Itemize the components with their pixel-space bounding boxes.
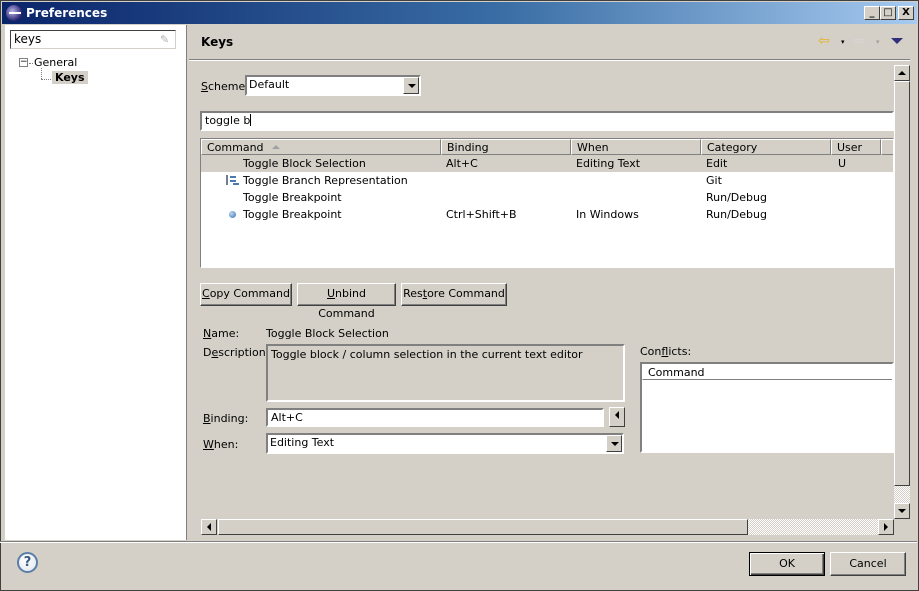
scroll-up-button[interactable] (894, 65, 910, 81)
table-row[interactable]: Toggle Branch Representation Git (201, 172, 893, 189)
ok-button[interactable]: OK (749, 552, 825, 576)
horizontal-scroll-thumb[interactable] (218, 519, 748, 535)
scheme-value: Default (249, 78, 290, 91)
window-title: Preferences (26, 6, 108, 20)
description-field: Toggle block / column selection in the c… (266, 344, 625, 402)
name-value: Toggle Block Selection (266, 327, 389, 340)
conflicts-table[interactable]: Command (640, 362, 894, 453)
cell-command: Toggle Breakpoint (243, 208, 342, 221)
preference-tree-pane (5, 25, 187, 540)
tree-item-keys[interactable]: Keys (52, 71, 88, 84)
name-label: Name: (203, 327, 240, 340)
breakpoint-icon (229, 211, 236, 218)
maximize-button[interactable]: □ (880, 6, 896, 20)
footer-separator (0, 541, 917, 543)
description-label: Description: (203, 346, 270, 359)
cell-category: Run/Debug (706, 191, 767, 204)
when-select[interactable]: Editing Text (266, 433, 624, 454)
tree-connector (29, 63, 33, 64)
commands-table[interactable]: Command Binding When Category User Toggl… (200, 138, 894, 268)
unbind-command-button[interactable]: Unbind Command (297, 283, 396, 320)
cell-binding: Alt+C (446, 157, 478, 170)
conflicts-column-command[interactable]: Command (642, 364, 892, 380)
back-arrow-icon[interactable]: ⇦ (818, 33, 830, 49)
cell-category: Git (706, 174, 722, 187)
binding-input[interactable]: Alt+C (266, 408, 604, 427)
cell-user: U (838, 157, 847, 170)
title-bar[interactable]: Preferences _ □ X (2, 2, 917, 24)
table-row[interactable]: Toggle Block Selection Alt+C Editing Tex… (201, 155, 893, 172)
preference-filter-input[interactable]: keys ✎ (10, 30, 176, 49)
close-button[interactable]: X (898, 6, 914, 20)
forward-arrow-icon[interactable]: ⇨ (854, 33, 866, 49)
vertical-scroll-thumb[interactable] (894, 81, 910, 486)
cell-when: In Windows (576, 208, 639, 221)
binding-menu-button[interactable] (609, 407, 625, 427)
sort-ascending-icon (271, 145, 280, 149)
collapse-general-icon[interactable]: − (19, 58, 28, 67)
command-filter-text: toggle b (205, 114, 251, 127)
vertical-scroll-track[interactable] (894, 486, 910, 503)
scroll-down-button[interactable] (894, 503, 910, 519)
vertical-scrollbar[interactable] (894, 65, 910, 519)
scroll-right-button[interactable] (878, 519, 894, 535)
tree-item-general[interactable]: General (34, 56, 77, 69)
chevron-down-icon[interactable] (403, 77, 419, 94)
when-label: When: (203, 438, 239, 451)
header-separator (189, 59, 910, 61)
branch-representation-icon (226, 175, 236, 185)
table-header: Command Binding When Category User (201, 139, 893, 155)
back-history-dropdown-icon[interactable]: ▾ (841, 38, 845, 46)
column-header-user[interactable]: User (831, 139, 881, 155)
column-header-command[interactable]: Command (201, 139, 441, 155)
column-header-when[interactable]: When (571, 139, 701, 155)
copy-command-button[interactable]: Copy Command (200, 283, 292, 306)
scheme-select[interactable]: Default (245, 75, 421, 96)
chevron-down-icon[interactable] (606, 435, 622, 452)
filter-text: keys (14, 32, 42, 46)
column-header-category[interactable]: Category (701, 139, 831, 155)
cell-command: Toggle Block Selection (243, 157, 366, 170)
cell-category: Run/Debug (706, 208, 767, 221)
scroll-left-button[interactable] (201, 519, 217, 535)
table-row[interactable]: Toggle Breakpoint Run/Debug (201, 189, 893, 206)
horizontal-scrollbar[interactable] (201, 519, 894, 535)
column-header-filler (881, 139, 893, 155)
help-icon[interactable]: ? (17, 552, 38, 573)
cell-when: Editing Text (576, 157, 641, 170)
binding-label: Binding: (203, 412, 249, 425)
tree-connector (41, 68, 42, 79)
scheme-label: Scheme: (201, 80, 249, 93)
minimize-button[interactable]: _ (864, 6, 880, 20)
horizontal-scroll-track[interactable] (748, 519, 878, 535)
column-header-binding[interactable]: Binding (441, 139, 571, 155)
command-filter-input[interactable]: toggle b (200, 111, 894, 131)
clear-filter-icon[interactable]: ✎ (160, 33, 172, 46)
text-caret (250, 114, 252, 126)
conflicts-label: Conflicts: (640, 345, 692, 358)
cell-command: Toggle Breakpoint (243, 191, 342, 204)
view-menu-icon[interactable] (891, 38, 903, 44)
eclipse-icon (6, 5, 22, 21)
page-title: Keys (201, 35, 234, 49)
table-row[interactable]: Toggle Breakpoint Ctrl+Shift+B In Window… (201, 206, 893, 223)
restore-command-button[interactable]: Restore Command (401, 283, 507, 306)
tree-connector (41, 79, 51, 80)
cancel-button[interactable]: Cancel (830, 552, 906, 576)
cell-category: Edit (706, 157, 728, 170)
forward-history-dropdown-icon[interactable]: ▾ (876, 38, 880, 46)
when-value: Editing Text (270, 436, 335, 449)
cell-binding: Ctrl+Shift+B (446, 208, 517, 221)
cell-command: Toggle Branch Representation (243, 174, 408, 187)
